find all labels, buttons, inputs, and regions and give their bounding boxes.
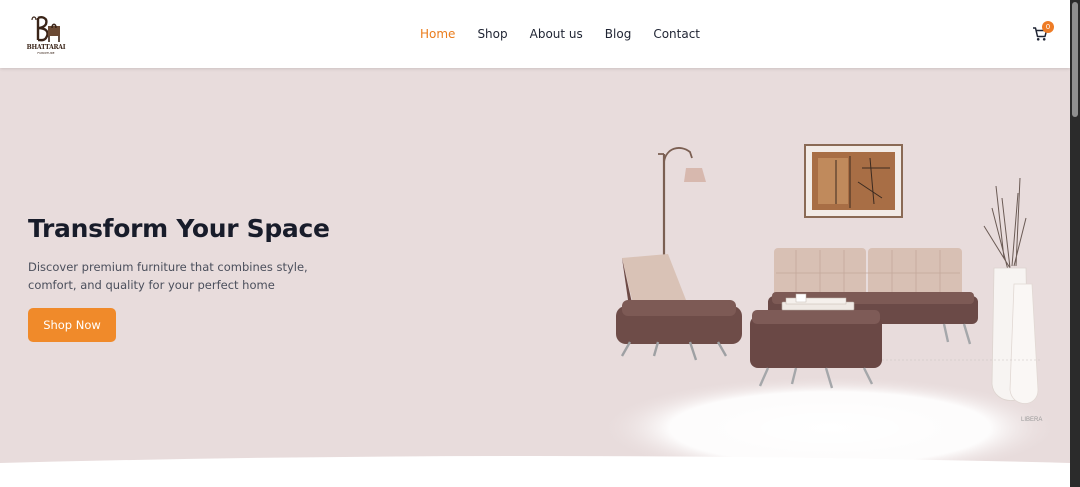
nav-contact[interactable]: Contact [653,26,700,42]
nav-home[interactable]: Home [420,26,455,42]
brand-tagline: FURNITURE [37,51,55,55]
chair-logo-icon [31,16,60,42]
main-nav: Home Shop About us Blog Contact [420,26,722,42]
cart-count-badge: 0 [1042,21,1054,33]
nav-blog[interactable]: Blog [605,26,632,42]
scrollbar-thumb[interactable] [1072,2,1078,117]
nav-about-us[interactable]: About us [530,26,583,42]
hero-section: Transform Your Space Discover premium fu… [0,68,1070,487]
hero-description: Discover premium furniture that combines… [28,260,308,292]
nav-shop[interactable]: Shop [477,26,507,42]
brand-logo[interactable]: BHATTARAI FURNITURE [26,14,66,56]
site-header: BHATTARAI FURNITURE Home Shop About us B… [0,0,1070,68]
hero-furniture-image [600,144,1060,480]
image-watermark: LIBERA [1021,417,1043,423]
shop-now-button[interactable]: Shop Now [28,308,116,342]
hero-bottom-curve [0,456,1070,487]
hero-title: Transform Your Space [28,214,330,243]
brand-name: BHATTARAI [26,44,66,51]
